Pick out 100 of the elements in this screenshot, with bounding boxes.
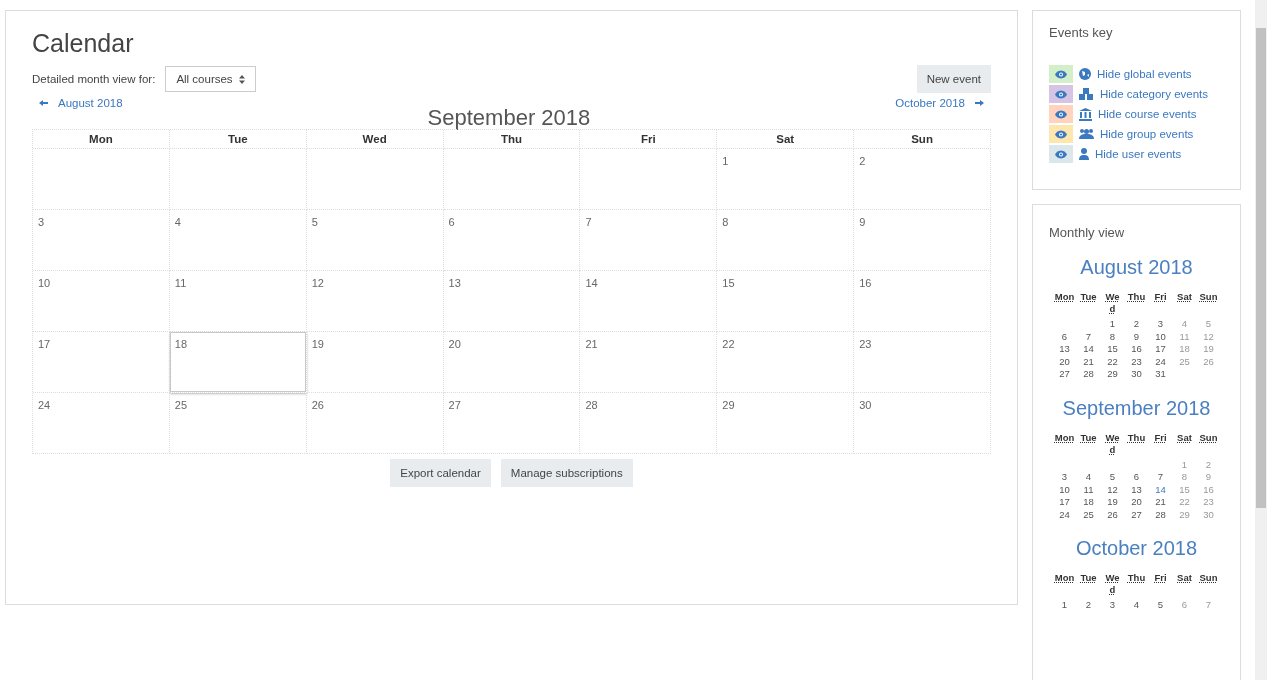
mini-day[interactable]: 20: [1052, 355, 1077, 368]
mini-day[interactable]: 7: [1076, 330, 1101, 343]
mini-month-title[interactable]: August 2018: [1049, 256, 1224, 279]
day-cell[interactable]: 18: [169, 332, 307, 393]
day-cell[interactable]: 25: [169, 393, 307, 454]
day-cell[interactable]: 21: [580, 332, 718, 393]
mini-day[interactable]: 14: [1076, 343, 1101, 356]
mini-day[interactable]: 14: [1148, 483, 1173, 496]
day-cell[interactable]: 20: [443, 332, 581, 393]
day-cell[interactable]: 23: [854, 332, 991, 393]
mini-day[interactable]: 23: [1124, 355, 1149, 368]
mini-day[interactable]: 2: [1076, 599, 1101, 612]
eye-swatch[interactable]: [1049, 65, 1073, 83]
day-cell[interactable]: 24: [33, 393, 170, 454]
subscriptions-button[interactable]: Manage subscriptions: [500, 459, 633, 487]
course-select[interactable]: All courses: [165, 66, 256, 92]
mini-day[interactable]: 5: [1100, 471, 1125, 484]
next-month-link[interactable]: October 2018: [895, 97, 984, 109]
mini-day[interactable]: 1: [1100, 318, 1125, 331]
mini-day[interactable]: 19: [1100, 496, 1125, 509]
mini-day[interactable]: 4: [1124, 599, 1149, 612]
hide-events-link[interactable]: Hide group events: [1100, 128, 1194, 140]
day-cell[interactable]: 28: [580, 393, 718, 454]
day-cell[interactable]: 4: [169, 210, 307, 271]
day-cell[interactable]: 30: [854, 393, 991, 454]
mini-day[interactable]: 28: [1148, 508, 1173, 521]
day-cell[interactable]: 29: [717, 393, 855, 454]
mini-day[interactable]: 7: [1148, 471, 1173, 484]
mini-day[interactable]: 29: [1100, 368, 1125, 381]
scrollbar[interactable]: [1255, 0, 1267, 680]
day-cell[interactable]: 12: [306, 271, 444, 332]
mini-day[interactable]: 22: [1100, 355, 1125, 368]
mini-day[interactable]: 17: [1148, 343, 1173, 356]
day-cell[interactable]: 10: [33, 271, 170, 332]
mini-day[interactable]: 1: [1052, 599, 1077, 612]
mini-day[interactable]: 6: [1124, 471, 1149, 484]
mini-day[interactable]: 13: [1052, 343, 1077, 356]
day-cell[interactable]: 6: [443, 210, 581, 271]
mini-day[interactable]: 26: [1100, 508, 1125, 521]
mini-day[interactable]: 24: [1148, 355, 1173, 368]
eye-swatch[interactable]: [1049, 125, 1073, 143]
mini-day[interactable]: 11: [1076, 483, 1101, 496]
hide-events-link[interactable]: Hide category events: [1100, 88, 1209, 100]
mini-day[interactable]: 5: [1148, 599, 1173, 612]
mini-day[interactable]: 8: [1100, 330, 1125, 343]
mini-day[interactable]: 17: [1052, 496, 1077, 509]
day-cell[interactable]: 5: [306, 210, 444, 271]
day-cell[interactable]: 13: [443, 271, 581, 332]
eye-swatch[interactable]: [1049, 105, 1073, 123]
scrollbar-thumb[interactable]: [1256, 28, 1266, 508]
hide-events-link[interactable]: Hide user events: [1095, 148, 1182, 160]
eye-swatch[interactable]: [1049, 145, 1073, 163]
mini-day[interactable]: 10: [1052, 483, 1077, 496]
mini-day[interactable]: 16: [1124, 343, 1149, 356]
mini-day[interactable]: 13: [1124, 483, 1149, 496]
mini-day[interactable]: 30: [1124, 368, 1149, 381]
mini-day[interactable]: 2: [1124, 318, 1149, 331]
mini-day[interactable]: 3: [1052, 471, 1077, 484]
day-cell[interactable]: 22: [717, 332, 855, 393]
mini-day[interactable]: 21: [1148, 496, 1173, 509]
day-cell[interactable]: 26: [306, 393, 444, 454]
eye-swatch[interactable]: [1049, 85, 1073, 103]
day-cell[interactable]: 1: [717, 149, 855, 210]
mini-day[interactable]: 25: [1076, 508, 1101, 521]
mini-day[interactable]: 6: [1052, 330, 1077, 343]
day-cell[interactable]: 8: [717, 210, 855, 271]
mini-day[interactable]: 21: [1076, 355, 1101, 368]
mini-day[interactable]: 3: [1100, 599, 1125, 612]
mini-day[interactable]: 27: [1124, 508, 1149, 521]
day-cell[interactable]: 19: [306, 332, 444, 393]
new-event-button[interactable]: New event: [916, 65, 991, 93]
day-cell[interactable]: 16: [854, 271, 991, 332]
export-button[interactable]: Export calendar: [390, 459, 491, 487]
eye-icon: [1055, 149, 1067, 159]
mini-day[interactable]: 20: [1124, 496, 1149, 509]
mini-day[interactable]: 24: [1052, 508, 1077, 521]
day-cell[interactable]: 11: [169, 271, 307, 332]
day-cell[interactable]: 27: [443, 393, 581, 454]
mini-day[interactable]: 10: [1148, 330, 1173, 343]
hide-events-link[interactable]: Hide global events: [1097, 68, 1192, 80]
mini-day[interactable]: 28: [1076, 368, 1101, 381]
mini-month-title[interactable]: September 2018: [1049, 396, 1224, 420]
mini-day[interactable]: 31: [1148, 368, 1173, 381]
day-cell[interactable]: 2: [854, 149, 991, 210]
day-cell[interactable]: 9: [854, 210, 991, 271]
mini-day[interactable]: 3: [1148, 318, 1173, 331]
hide-events-link[interactable]: Hide course events: [1098, 108, 1197, 120]
mini-day[interactable]: 9: [1124, 330, 1149, 343]
mini-day[interactable]: 18: [1076, 496, 1101, 509]
previous-month-link[interactable]: August 2018: [39, 97, 123, 109]
day-cell[interactable]: 15: [717, 271, 855, 332]
day-cell[interactable]: 17: [33, 332, 170, 393]
mini-day[interactable]: 12: [1100, 483, 1125, 496]
mini-month-title[interactable]: October 2018: [1049, 537, 1224, 560]
day-cell[interactable]: 14: [580, 271, 718, 332]
day-cell[interactable]: 3: [33, 210, 170, 271]
day-cell[interactable]: 7: [580, 210, 718, 271]
mini-day[interactable]: 27: [1052, 368, 1077, 381]
mini-day[interactable]: 15: [1100, 343, 1125, 356]
mini-day[interactable]: 4: [1076, 471, 1101, 484]
